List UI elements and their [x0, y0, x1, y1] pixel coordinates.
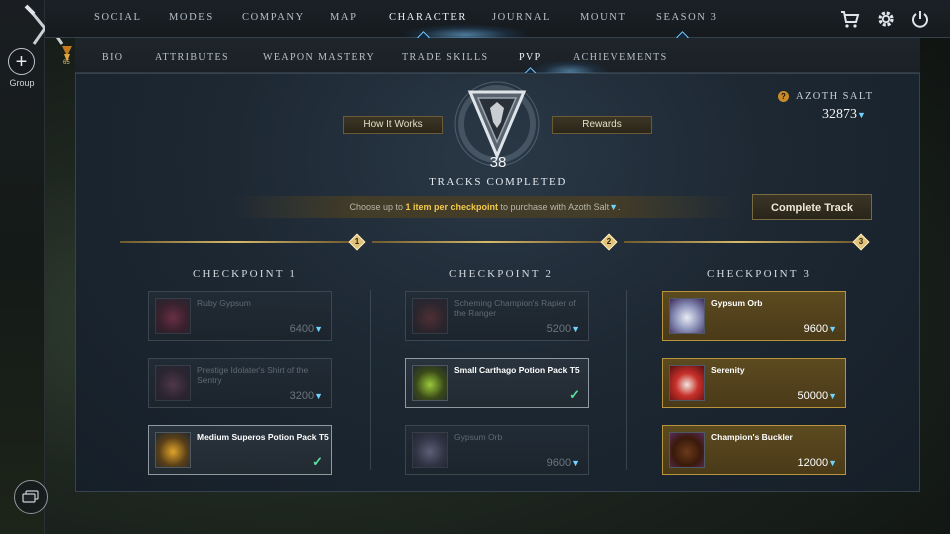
tab-social[interactable]: SOCIAL: [94, 12, 142, 23]
azoth-salt-icon: ▼: [857, 110, 866, 120]
reward-name: Scheming Champion's Rapier of the Ranger: [454, 298, 576, 318]
azoth-salt-icon: ▼: [571, 324, 580, 334]
rewards-button[interactable]: Rewards: [552, 116, 652, 134]
tab-character[interactable]: CHARACTER: [389, 12, 467, 23]
reward-price: 9600▼: [546, 457, 580, 469]
info-text-highlight: 1 item per checkpoint: [405, 202, 499, 212]
reward-card-available[interactable]: Serenity 50000▼: [662, 358, 846, 408]
group-label: Group: [9, 78, 35, 88]
reward-price: 6400▼: [289, 323, 323, 335]
azoth-salt-icon: ▼: [828, 324, 837, 334]
ruby-gypsum-icon: [155, 298, 191, 334]
subtab-weapon-mastery[interactable]: WEAPON MASTERY: [263, 52, 375, 63]
azoth-help-icon[interactable]: ?: [778, 91, 789, 102]
tab-company[interactable]: COMPANY: [242, 12, 305, 23]
checkmark-icon: ✓: [312, 454, 323, 469]
chat-icon: [22, 490, 39, 503]
left-sidebar: + Group: [0, 0, 48, 534]
reward-name: Gypsum Orb: [711, 298, 763, 308]
tab-season[interactable]: SEASON 3: [656, 12, 718, 23]
reward-name: Ruby Gypsum: [197, 298, 251, 308]
potion-pack-icon: [155, 432, 191, 468]
complete-track-button[interactable]: Complete Track: [752, 194, 872, 220]
info-text-post: to purchase with Azoth Salt: [498, 202, 610, 212]
axe-icon: [669, 365, 705, 401]
reward-card-owned[interactable]: Medium Superos Potion Pack T5 ✓: [148, 425, 332, 475]
azoth-salt-icon: ▼: [828, 458, 837, 468]
azoth-salt-label: AZOTH SALT: [796, 91, 874, 102]
reward-name: Medium Superos Potion Pack T5: [197, 432, 329, 442]
checkpoint-2-title: CHECKPOINT 2: [449, 268, 554, 280]
checkpoint-3-title: CHECKPOINT 3: [707, 268, 812, 280]
gypsum-orb-icon: [669, 298, 705, 334]
reward-name: Prestige Idolater's Shirt of the Sentry: [197, 365, 309, 385]
column-divider: [626, 290, 627, 470]
potion-pack-icon: [412, 365, 448, 401]
checkpoint-1-title: CHECKPOINT 1: [193, 268, 298, 280]
buckler-icon: [669, 432, 705, 468]
reward-card[interactable]: Ruby Gypsum 6400▼: [148, 291, 332, 341]
reward-card-owned[interactable]: Small Carthago Potion Pack T5 ✓: [405, 358, 589, 408]
reward-name: Serenity: [711, 365, 745, 375]
plus-icon: +: [15, 50, 28, 73]
azoth-salt-icon: ▼: [609, 202, 619, 212]
reward-price: 9600▼: [803, 323, 837, 335]
subtab-pvp[interactable]: PVP: [519, 52, 542, 63]
player-level: 65: [63, 60, 70, 66]
subtab-trade-skills[interactable]: TRADE SKILLS: [402, 52, 489, 63]
subtab-attributes[interactable]: ATTRIBUTES: [155, 52, 229, 63]
gear-icon[interactable]: [876, 9, 896, 29]
reward-price: 5200▼: [546, 323, 580, 335]
reward-card[interactable]: Prestige Idolater's Shirt of the Sentry …: [148, 358, 332, 408]
reward-price: 50000▼: [797, 390, 837, 402]
azoth-salt-icon: ▼: [314, 391, 323, 401]
column-divider: [370, 290, 371, 470]
gypsum-orb-icon: [412, 432, 448, 468]
rapier-icon: [412, 298, 448, 334]
checkmark-icon: ✓: [569, 387, 580, 402]
reward-name: Small Carthago Potion Pack T5: [454, 365, 580, 375]
track-progress-segment-3: [624, 241, 856, 243]
power-icon[interactable]: [910, 9, 930, 29]
tab-journal[interactable]: JOURNAL: [492, 12, 551, 23]
reward-card-available[interactable]: Gypsum Orb 9600▼: [662, 291, 846, 341]
azoth-salt-icon: ▼: [828, 391, 837, 401]
azoth-salt-icon: ▼: [571, 458, 580, 468]
subtab-bio[interactable]: BIO: [102, 52, 123, 63]
tab-map[interactable]: MAP: [330, 12, 358, 23]
cart-icon[interactable]: [840, 9, 860, 29]
how-it-works-button[interactable]: How It Works: [343, 116, 443, 134]
azoth-salt-balance: 32873▼: [822, 107, 866, 123]
tracks-completed-count: 38: [489, 154, 507, 171]
reward-price: 3200▼: [289, 390, 323, 402]
info-banner: Choose up to 1 item per checkpoint to pu…: [230, 196, 740, 218]
reward-price: 12000▼: [797, 457, 837, 469]
top-navigation: SOCIAL MODES COMPANY MAP CHARACTER JOURN…: [45, 0, 950, 44]
add-group-button[interactable]: +: [8, 48, 35, 75]
reward-card-available[interactable]: Champion's Buckler 12000▼: [662, 425, 846, 475]
track-progress-segment-2: [372, 241, 604, 243]
azoth-salt-icon: ▼: [314, 324, 323, 334]
chat-button[interactable]: [14, 480, 48, 514]
reward-name: Champion's Buckler: [711, 432, 793, 442]
track-progress-segment-1: [120, 241, 352, 243]
character-subnav: BIO ATTRIBUTES WEAPON MASTERY TRADE SKIL…: [75, 38, 920, 80]
reward-card[interactable]: Gypsum Orb 9600▼: [405, 425, 589, 475]
tab-modes[interactable]: MODES: [169, 12, 214, 23]
azoth-salt-value: 32873: [822, 107, 857, 122]
subtab-achievements[interactable]: ACHIEVEMENTS: [573, 52, 668, 63]
info-text-end: .: [618, 202, 621, 212]
reward-card[interactable]: Scheming Champion's Rapier of the Ranger…: [405, 291, 589, 341]
info-text-pre: Choose up to: [349, 202, 406, 212]
reward-name: Gypsum Orb: [454, 432, 503, 442]
shirt-icon: [155, 365, 191, 401]
tab-mount[interactable]: MOUNT: [580, 12, 627, 23]
tracks-completed-label: TRACKS COMPLETED: [429, 176, 567, 188]
